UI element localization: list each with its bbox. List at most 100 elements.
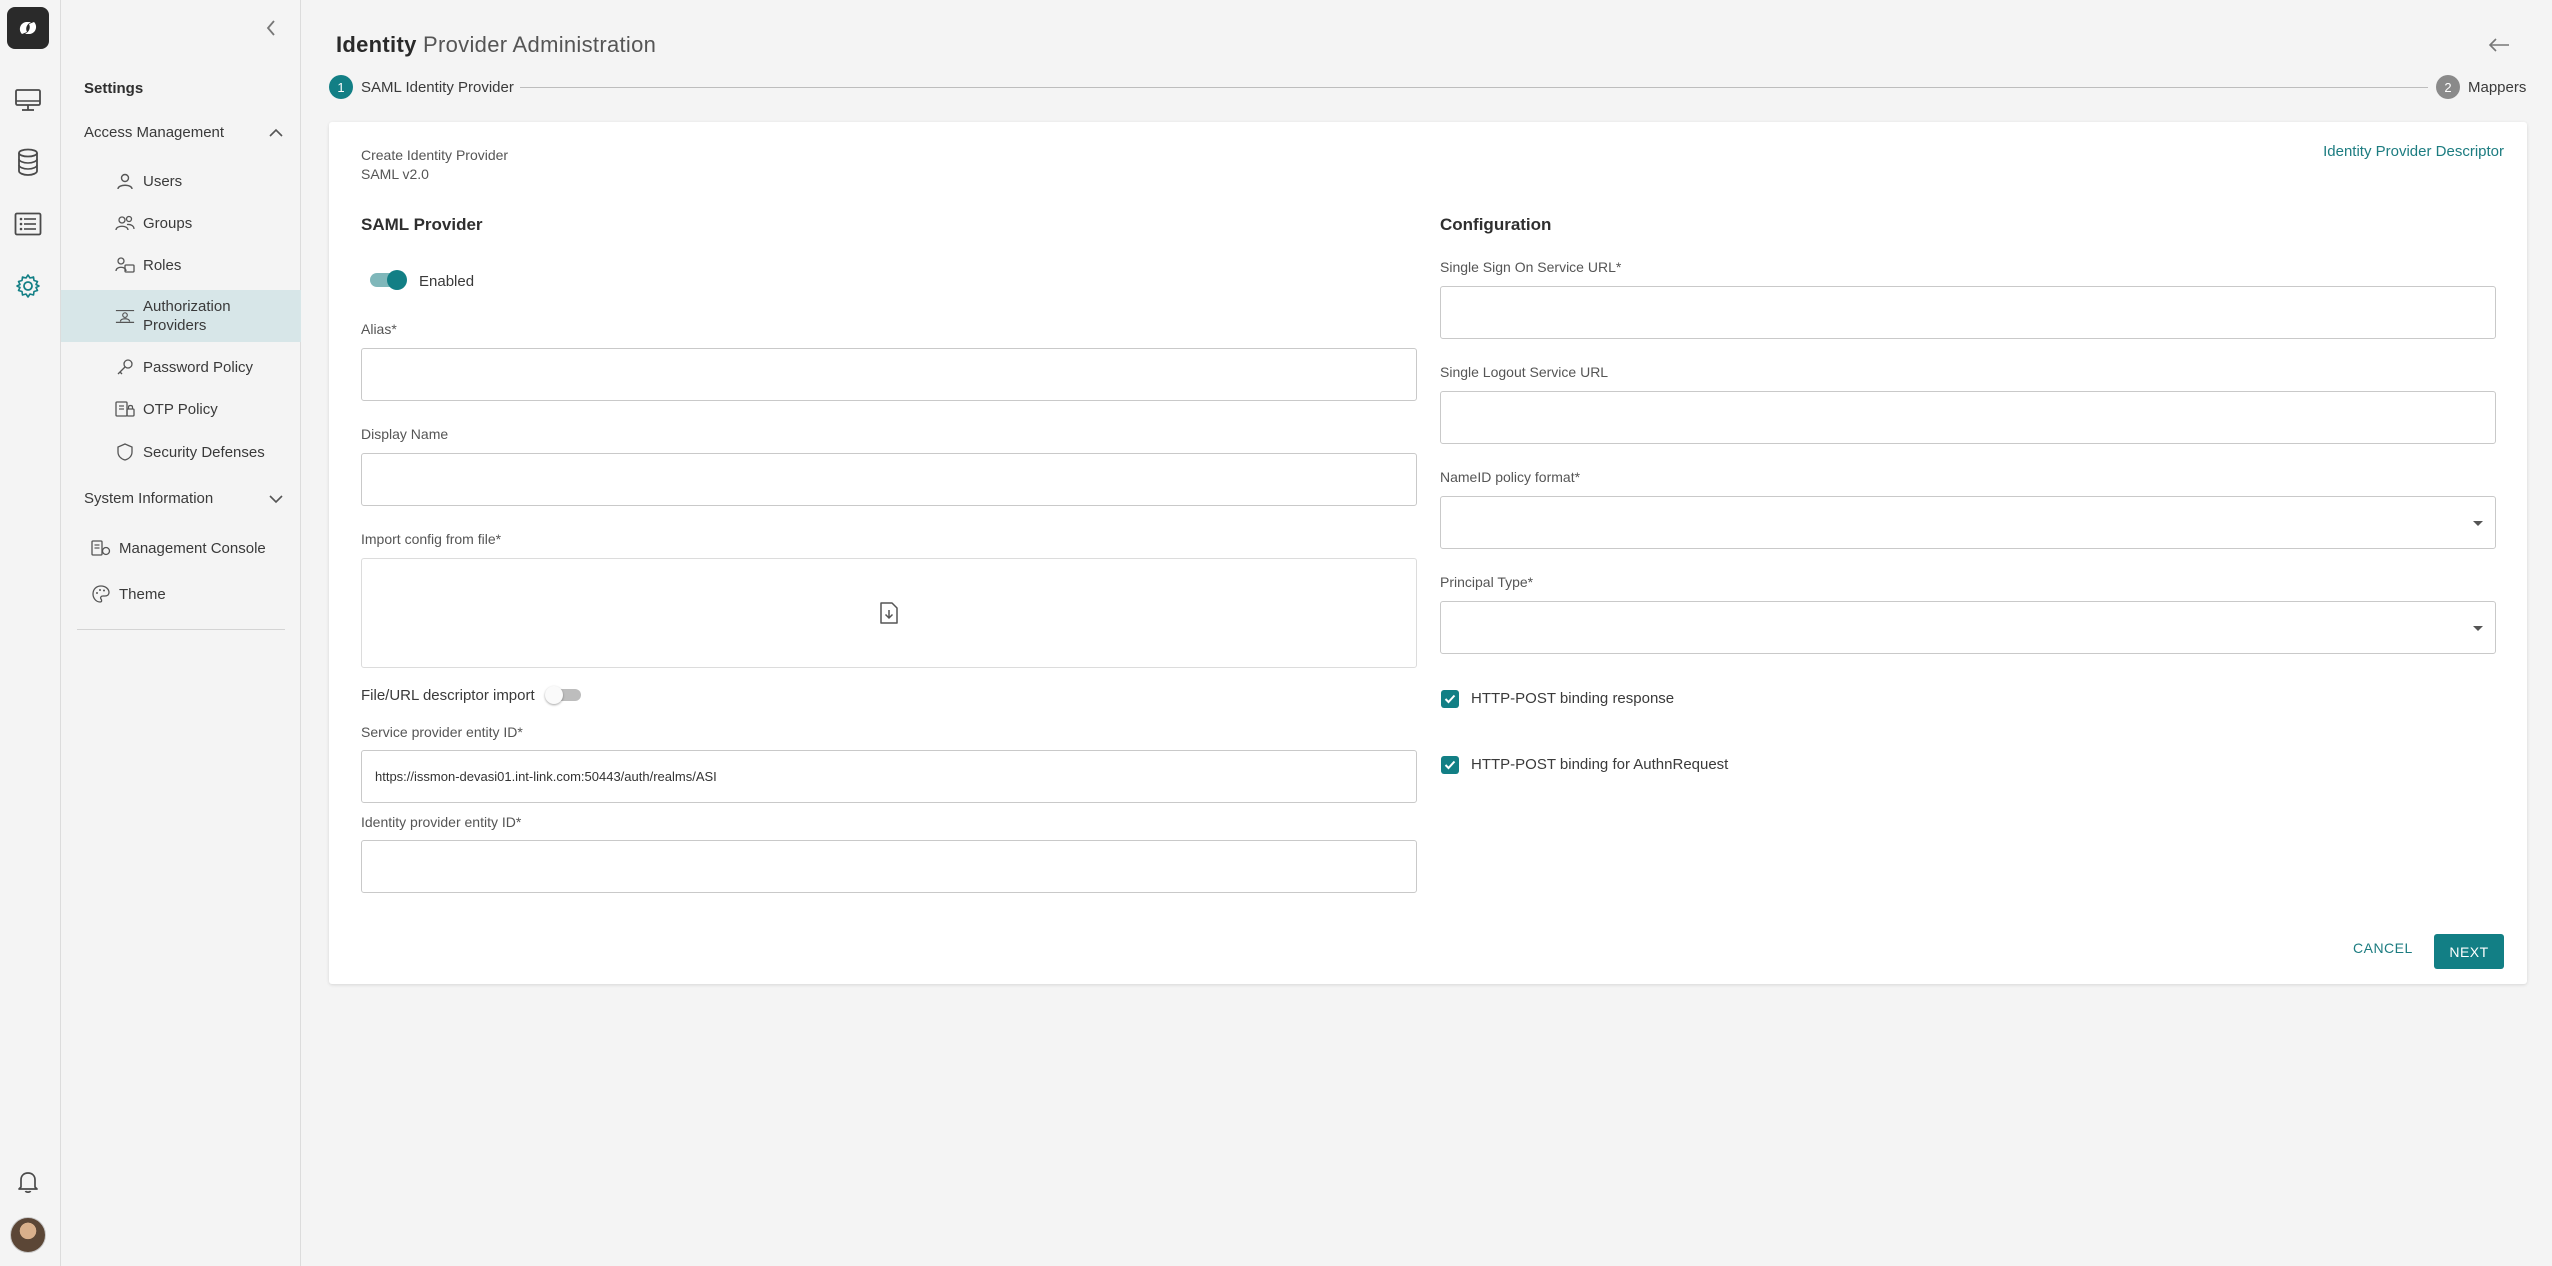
- caret-down-icon: [2473, 626, 2483, 631]
- sidebar-item-label: Password Policy: [143, 358, 254, 376]
- bell-icon[interactable]: [12, 1166, 44, 1198]
- sidebar-item-label: Authorization Providers: [143, 297, 231, 335]
- descriptor-import-toggle[interactable]: [545, 685, 581, 705]
- chevron-up-icon: [269, 128, 283, 137]
- step-2-number: 2: [2436, 75, 2460, 99]
- display-name-input[interactable]: [361, 453, 1417, 506]
- file-import-icon: [880, 602, 898, 624]
- idp-entity-id-input[interactable]: [361, 840, 1417, 893]
- sidebar-item-roles[interactable]: Roles: [61, 252, 301, 278]
- sso-url-input[interactable]: [1440, 286, 2496, 339]
- sidebar-section-access-management[interactable]: Access Management: [84, 124, 284, 141]
- step-1-number: 1: [329, 75, 353, 99]
- label-line-2: Providers: [143, 317, 207, 334]
- cancel-button[interactable]: CANCEL: [2353, 940, 2413, 956]
- sidebar-item-theme[interactable]: Theme: [61, 581, 301, 607]
- identity-provider-descriptor-link[interactable]: Identity Provider Descriptor: [2323, 143, 2504, 160]
- sidebar-item-label: Users: [143, 172, 183, 190]
- palette-icon: [91, 584, 111, 604]
- nameid-policy-select[interactable]: [1440, 496, 2496, 549]
- monitor-icon[interactable]: [12, 84, 44, 116]
- import-config-dropzone[interactable]: [361, 558, 1417, 668]
- principal-type-select[interactable]: [1440, 601, 2496, 654]
- section-label: Access Management: [84, 124, 225, 141]
- sidebar-item-management-console[interactable]: Management Console: [61, 535, 301, 561]
- enabled-label: Enabled: [419, 273, 475, 290]
- saml-provider-title: SAML Provider: [361, 215, 483, 234]
- console-icon: [91, 538, 111, 558]
- alias-input[interactable]: [361, 348, 1417, 401]
- slo-url-input[interactable]: [1440, 391, 2496, 444]
- descriptor-import-label: File/URL descriptor import: [361, 687, 535, 704]
- toggle-knob: [545, 686, 563, 704]
- display-name-label: Display Name: [361, 426, 449, 442]
- authorization-icon: [115, 306, 135, 326]
- label-line-1: Authorization: [143, 298, 231, 315]
- settings-gear-icon[interactable]: [12, 270, 44, 302]
- sidebar-item-groups[interactable]: Groups: [61, 210, 301, 236]
- form-caption-protocol: SAML v2.0: [361, 166, 429, 182]
- logo-icon: [19, 22, 37, 34]
- principal-type-label: Principal Type*: [1440, 574, 1534, 590]
- check-icon: [1444, 760, 1456, 770]
- form-caption-title: Create Identity Provider: [361, 147, 509, 163]
- page-title-rest: Provider Administration: [416, 32, 657, 57]
- shield-icon: [115, 442, 135, 462]
- key-icon: [115, 357, 135, 377]
- post-binding-response-checkbox[interactable]: [1441, 690, 1459, 708]
- icon-rail: [0, 0, 61, 1266]
- collapse-sidebar-button[interactable]: [261, 18, 281, 38]
- app-logo[interactable]: [7, 7, 49, 49]
- identity-provider-form-card: Create Identity Provider SAML v2.0 Ident…: [329, 122, 2527, 984]
- configuration-title: Configuration: [1440, 215, 1552, 234]
- sidebar-item-security-defenses[interactable]: Security Defenses: [61, 439, 301, 465]
- next-button[interactable]: NEXT: [2434, 934, 2504, 969]
- sp-entity-id-input[interactable]: https://issmon-devasi01.int-link.com:504…: [361, 750, 1417, 803]
- sidebar-item-label: Theme: [119, 585, 166, 603]
- otp-icon: [115, 399, 135, 419]
- post-binding-response-label: HTTP-POST binding response: [1471, 690, 1675, 707]
- chevron-left-icon: [266, 20, 275, 36]
- post-binding-authn-checkbox[interactable]: [1441, 756, 1459, 774]
- import-config-label: Import config from file*: [361, 531, 502, 547]
- group-icon: [115, 213, 135, 233]
- sp-entity-id-label: Service provider entity ID*: [361, 724, 523, 740]
- user-icon: [115, 171, 135, 191]
- nameid-policy-label: NameID policy format*: [1440, 469, 1581, 485]
- sidebar-item-label: Roles: [143, 256, 182, 274]
- idp-entity-id-label: Identity provider entity ID*: [361, 814, 522, 830]
- step-2-label: Mappers: [2468, 79, 2527, 96]
- roles-icon: [115, 255, 135, 275]
- sidebar-item-password-policy[interactable]: Password Policy: [61, 354, 301, 380]
- sidebar-section-system-information[interactable]: System Information: [84, 490, 284, 507]
- toggle-knob: [387, 270, 407, 290]
- sidebar-heading: Settings: [84, 80, 144, 97]
- sidebar-item-users[interactable]: Users: [61, 168, 301, 194]
- post-binding-authn-label: HTTP-POST binding for AuthnRequest: [1471, 756, 1729, 773]
- enabled-toggle[interactable]: [370, 270, 407, 290]
- page-title-strong: Identity: [336, 32, 417, 57]
- check-icon: [1444, 694, 1456, 704]
- alias-label: Alias*: [361, 321, 397, 337]
- stepper-connector: [520, 87, 2428, 88]
- chevron-down-icon: [269, 494, 283, 503]
- sidebar-item-label: OTP Policy: [143, 400, 218, 418]
- settings-sidebar: Settings Access Management Users Groups …: [61, 0, 301, 1266]
- sidebar-item-otp-policy[interactable]: OTP Policy: [61, 396, 301, 422]
- step-1-label: SAML Identity Provider: [361, 79, 514, 96]
- section-label: System Information: [84, 490, 214, 507]
- sidebar-item-authorization-providers[interactable]: Authorization Providers: [61, 290, 301, 342]
- sidebar-divider: [77, 629, 285, 630]
- caret-down-icon: [2473, 521, 2483, 526]
- arrow-left-icon: [2488, 38, 2509, 52]
- sidebar-item-label: Management Console: [119, 539, 266, 557]
- sidebar-item-label: Security Defenses: [143, 443, 265, 461]
- back-button[interactable]: [2486, 32, 2512, 58]
- list-icon[interactable]: [12, 208, 44, 240]
- slo-url-label: Single Logout Service URL: [1440, 364, 1609, 380]
- avatar[interactable]: [10, 1217, 46, 1253]
- page-title: Identity Provider Administration: [336, 32, 656, 58]
- sidebar-item-label: Groups: [143, 214, 193, 232]
- database-icon[interactable]: [12, 146, 44, 178]
- sso-url-label: Single Sign On Service URL*: [1440, 259, 1622, 275]
